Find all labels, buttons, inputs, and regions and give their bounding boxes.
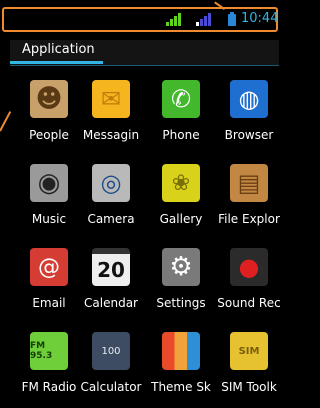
file-explorer-icon: ▤	[230, 164, 268, 202]
app-label: Calendar	[84, 296, 138, 310]
gallery-icon: ❀	[162, 164, 200, 202]
tab-indicator	[10, 61, 103, 64]
app-settings[interactable]: ⚙ Settings	[146, 242, 216, 322]
fm-radio-icon: FM 95.3	[30, 332, 68, 370]
app-gallery[interactable]: ❀ Gallery	[146, 158, 216, 238]
camera-icon: ◎	[92, 164, 130, 202]
app-email[interactable]: @ Email	[14, 242, 84, 322]
app-sim-toolkit[interactable]: SIM SIM Toolk	[214, 326, 284, 406]
app-browser[interactable]: ◍ Browser	[214, 74, 284, 154]
app-phone[interactable]: ✆ Phone	[146, 74, 216, 154]
status-time: 10:44	[241, 11, 279, 26]
app-label: Sound Rec	[217, 296, 281, 310]
app-label: Calculator	[80, 380, 142, 394]
phone-icon: ✆	[162, 80, 200, 118]
app-camera[interactable]: ◎ Camera	[76, 158, 146, 238]
tab-label: Application	[22, 42, 95, 57]
tab-application[interactable]: Application	[10, 40, 279, 65]
app-theme-skin[interactable]: Theme Sk	[146, 326, 216, 406]
messaging-icon: ✉	[92, 80, 130, 118]
app-file-explorer[interactable]: ▤ File Explor	[214, 158, 284, 238]
sound-recorder-icon: ●	[230, 248, 268, 286]
theme-skin-icon	[162, 332, 200, 370]
app-messaging[interactable]: ✉ Messagin	[76, 74, 146, 154]
app-calculator[interactable]: 100 Calculator	[76, 326, 146, 406]
app-calendar[interactable]: 20 Calendar	[76, 242, 146, 322]
music-icon: ◉	[30, 164, 68, 202]
app-label: SIM Toolk	[221, 380, 277, 394]
battery-icon	[228, 12, 236, 26]
app-label: Phone	[162, 128, 200, 142]
app-label: Messagin	[82, 128, 140, 142]
app-label: Gallery	[159, 212, 203, 226]
calculator-icon: 100	[92, 332, 130, 370]
app-label: Theme Sk	[151, 380, 211, 394]
app-music[interactable]: ◉ Music	[14, 158, 84, 238]
settings-icon: ⚙	[162, 248, 200, 286]
app-label: Browser	[224, 128, 274, 142]
tab-divider	[10, 65, 279, 66]
app-fm-radio[interactable]: FM 95.3 FM Radio	[14, 326, 84, 406]
app-label: Camera	[87, 212, 135, 226]
browser-icon: ◍	[230, 80, 268, 118]
app-sound-recorder[interactable]: ● Sound Rec	[214, 242, 284, 322]
status-bar: 10:44	[0, 0, 283, 36]
app-grid: ☻ People ✉ Messagin ✆ Phone ◍ Browser ◉ …	[14, 74, 283, 404]
app-label: File Explor	[218, 212, 280, 226]
app-label: Settings	[156, 296, 206, 310]
email-icon: @	[30, 248, 68, 286]
people-icon: ☻	[30, 80, 68, 118]
sim-toolkit-icon: SIM	[230, 332, 268, 370]
app-people[interactable]: ☻ People	[14, 74, 84, 154]
calendar-icon: 20	[92, 248, 130, 286]
status-highlight-box	[2, 7, 278, 32]
